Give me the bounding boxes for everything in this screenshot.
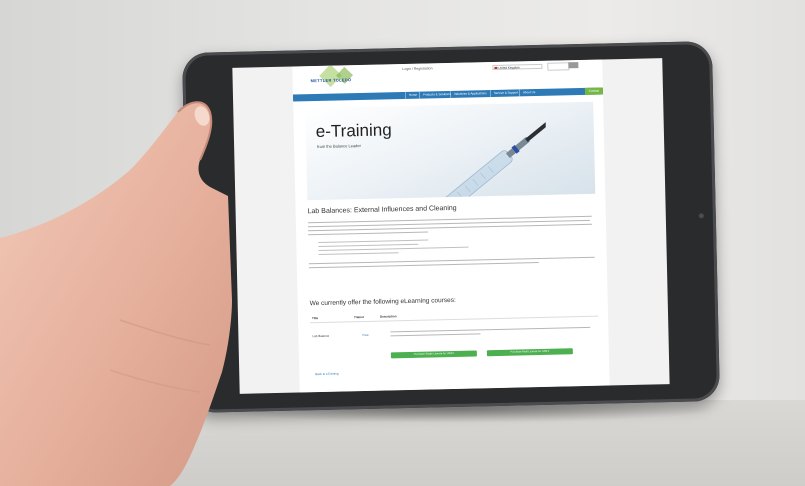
- photo: METTLER TOLEDO Login / Registration Unit…: [0, 0, 805, 486]
- hand-image: [0, 101, 232, 486]
